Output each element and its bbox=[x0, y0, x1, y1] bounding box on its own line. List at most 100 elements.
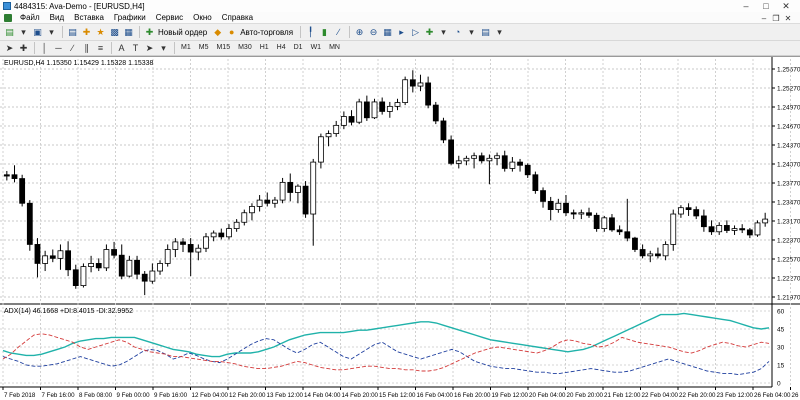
label-tool[interactable]: T bbox=[129, 42, 142, 55]
text-tool[interactable]: A bbox=[115, 42, 128, 55]
dropdown-icon[interactable]: ▾ bbox=[465, 26, 478, 39]
vertical-line-icon[interactable]: │ bbox=[38, 42, 51, 55]
bear-candle bbox=[708, 226, 715, 233]
horizontal-line-icon[interactable]: ─ bbox=[52, 42, 65, 55]
chart-window-icon[interactable] bbox=[4, 13, 12, 22]
arrows-icon[interactable]: ➤ bbox=[143, 42, 156, 55]
periods-icon[interactable]: ◔ bbox=[451, 26, 464, 39]
timeframe-m15[interactable]: M15 bbox=[213, 42, 233, 54]
market-watch-icon[interactable]: ▤ bbox=[66, 26, 79, 39]
bear-candle bbox=[739, 228, 746, 231]
bear-candle bbox=[49, 255, 56, 259]
time-tick-label: 15 Feb 12:00 bbox=[379, 392, 416, 399]
minimize-icon[interactable]: – bbox=[736, 0, 756, 12]
bear-candle bbox=[693, 209, 700, 217]
crosshair-icon[interactable]: ✚ bbox=[17, 42, 30, 55]
zoom-in-icon[interactable]: ⊕ bbox=[353, 26, 366, 39]
chart-window[interactable]: 1.25570 1.25270 1.24970 1.24670 1.24370 1.240… bbox=[0, 56, 800, 400]
timeframe-h1[interactable]: H1 bbox=[257, 42, 272, 54]
close-icon[interactable]: ✕ bbox=[776, 0, 796, 12]
data-window-icon[interactable]: ✚ bbox=[80, 26, 93, 39]
bear-candle bbox=[95, 263, 102, 269]
bull-candle bbox=[80, 266, 87, 287]
bear-candle bbox=[501, 155, 508, 169]
dropdown-icon[interactable]: ▾ bbox=[17, 26, 30, 39]
new-order-icon[interactable]: ✚ bbox=[143, 26, 156, 39]
trendline-icon[interactable]: ∕ bbox=[66, 42, 79, 55]
timeframe-d1[interactable]: D1 bbox=[291, 42, 306, 54]
mdi-restore-icon[interactable]: ❐ bbox=[770, 14, 782, 23]
indicator-line-adx bbox=[2, 312, 770, 358]
bull-candle bbox=[295, 185, 301, 193]
new-order-button[interactable]: Новый ордер bbox=[158, 28, 207, 37]
menu-charts[interactable]: Графики bbox=[109, 12, 151, 24]
channel-icon[interactable]: ∥ bbox=[80, 42, 93, 55]
bull-candle bbox=[88, 263, 94, 268]
price-tick-label: 1.23770 bbox=[777, 181, 800, 188]
maximize-icon[interactable]: □ bbox=[756, 0, 776, 12]
mdi-close-icon[interactable]: ✕ bbox=[782, 14, 794, 23]
tile-windows-icon[interactable]: ▦ bbox=[381, 26, 394, 39]
profiles-icon[interactable]: ▣ bbox=[31, 26, 44, 39]
bull-candle bbox=[647, 253, 654, 257]
bear-candle bbox=[616, 229, 623, 233]
standard-toolbar: ▤ ▾ ▣ ▾ ▤ ✚ ★ ▩ ▦ ✚ Новый ордер ◆ ● Авто… bbox=[0, 24, 800, 41]
mdi-minimize-icon[interactable]: – bbox=[758, 14, 770, 23]
menu-insert[interactable]: Вставка bbox=[69, 12, 109, 24]
drawing-toolbar: ➤ ✚ │ ─ ∕ ∥ ≡ A T ➤ ▾ M1 M5 M15 M30 H1 H… bbox=[0, 41, 800, 56]
bear-candle bbox=[700, 215, 707, 228]
bull-candle bbox=[356, 101, 363, 123]
time-tick-label: 7 Feb 2018 bbox=[4, 392, 36, 399]
menu-file[interactable]: Файл bbox=[15, 12, 45, 24]
bull-candle bbox=[716, 225, 723, 233]
timeframe-m30[interactable]: M30 bbox=[235, 42, 255, 54]
menu-tools[interactable]: Сервис bbox=[151, 12, 188, 24]
menu-window[interactable]: Окно bbox=[188, 12, 217, 24]
bull-candle bbox=[402, 79, 409, 103]
price-tick-label: 1.21970 bbox=[777, 295, 800, 302]
bull-candle bbox=[340, 116, 347, 126]
auto-trading-icon[interactable]: ● bbox=[225, 26, 238, 39]
menu-bar: Файл Вид Вставка Графики Сервис Окно Спр… bbox=[0, 12, 800, 24]
bear-candle bbox=[264, 199, 271, 204]
metaeditor-icon[interactable]: ◆ bbox=[211, 26, 224, 39]
indicators-icon[interactable]: ✚ bbox=[423, 26, 436, 39]
bear-candle bbox=[72, 269, 79, 286]
bear-candle bbox=[655, 253, 661, 257]
bar-chart-icon[interactable]: ╿ bbox=[304, 26, 317, 39]
dropdown-icon[interactable]: ▾ bbox=[493, 26, 506, 39]
new-chart-icon[interactable]: ▤ bbox=[3, 26, 16, 39]
dropdown-icon[interactable]: ▾ bbox=[157, 42, 170, 55]
timeframe-m5[interactable]: M5 bbox=[196, 42, 212, 54]
timeframe-h4[interactable]: H4 bbox=[274, 42, 289, 54]
terminal-icon[interactable]: ▩ bbox=[108, 26, 121, 39]
bear-candle bbox=[563, 202, 569, 214]
candlestick-icon[interactable]: ▮ bbox=[318, 26, 331, 39]
indicator-tick-label: 30 bbox=[777, 345, 785, 352]
price-chart[interactable]: 1.25570 1.25270 1.24970 1.24670 1.24370 1.240… bbox=[0, 57, 800, 400]
dropdown-icon[interactable]: ▾ bbox=[437, 26, 450, 39]
bull-candle bbox=[455, 160, 462, 164]
cursor-icon[interactable]: ➤ bbox=[3, 42, 16, 55]
chart-shift-icon[interactable]: ▷ bbox=[409, 26, 422, 39]
price-tick-label: 1.22570 bbox=[777, 257, 800, 264]
line-chart-icon[interactable]: ∕ bbox=[332, 26, 345, 39]
fibonacci-icon[interactable]: ≡ bbox=[94, 42, 107, 55]
bull-candle bbox=[486, 157, 493, 162]
menu-view[interactable]: Вид bbox=[45, 12, 69, 24]
timeframe-w1[interactable]: W1 bbox=[308, 42, 325, 54]
templates-icon[interactable]: ▤ bbox=[479, 26, 492, 39]
dropdown-icon[interactable]: ▾ bbox=[45, 26, 58, 39]
navigator-icon[interactable]: ★ bbox=[94, 26, 107, 39]
auto-scroll-icon[interactable]: ▸ bbox=[395, 26, 408, 39]
zoom-out-icon[interactable]: ⊖ bbox=[367, 26, 380, 39]
menu-help[interactable]: Справка bbox=[217, 12, 258, 24]
indicator-tick-label: 45 bbox=[777, 327, 785, 334]
timeframe-mn[interactable]: MN bbox=[326, 42, 343, 54]
strategy-tester-icon[interactable]: ▦ bbox=[122, 26, 135, 39]
auto-trading-button[interactable]: Авто-торговля bbox=[240, 28, 293, 37]
bear-candle bbox=[111, 249, 117, 256]
price-tick-label: 1.24370 bbox=[777, 143, 800, 150]
time-tick-label: 21 Feb 12:00 bbox=[604, 392, 641, 399]
timeframe-m1[interactable]: M1 bbox=[178, 42, 194, 54]
